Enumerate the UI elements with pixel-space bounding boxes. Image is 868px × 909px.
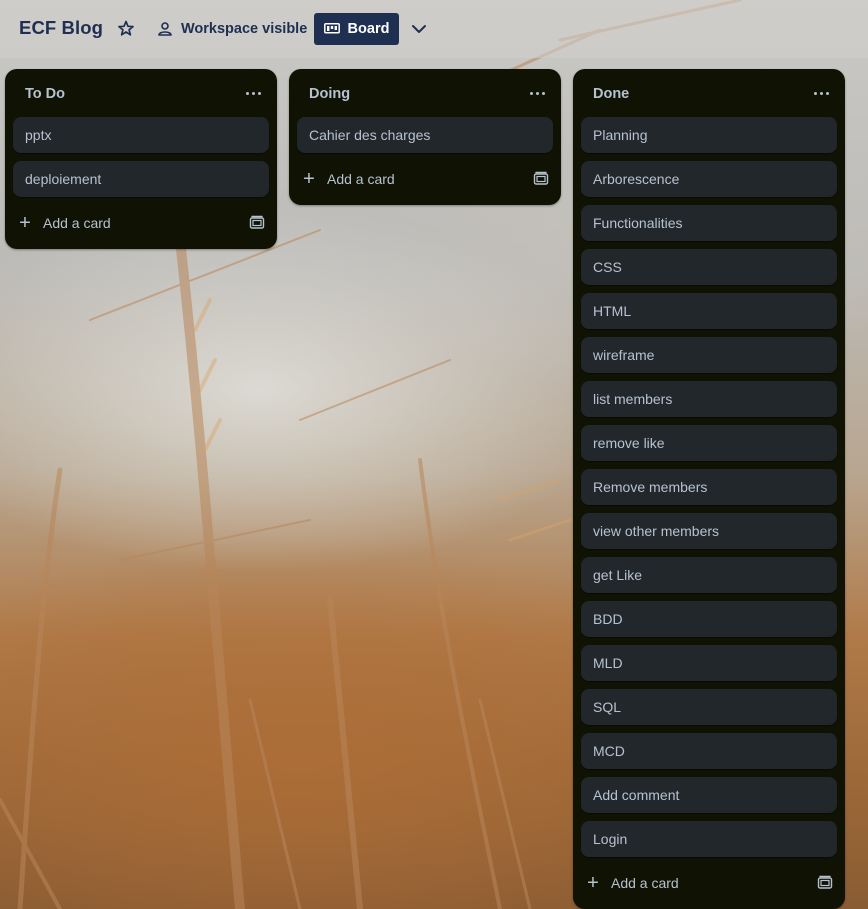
plus-icon: + — [587, 872, 599, 894]
list-footer: + Add a card — [5, 205, 277, 249]
card[interactable]: wireframe — [581, 337, 837, 373]
card[interactable]: pptx — [13, 117, 269, 153]
more-icon[interactable] — [525, 84, 549, 102]
card-list: pptx deploiement — [5, 117, 277, 197]
card[interactable]: Arborescence — [581, 161, 837, 197]
board-view-label: Board — [347, 21, 390, 37]
board-title[interactable]: ECF Blog — [19, 17, 103, 39]
board-view-button[interactable]: Board — [314, 13, 399, 45]
board-icon — [323, 23, 340, 34]
add-card-label: Add a card — [43, 215, 111, 231]
card[interactable]: CSS — [581, 249, 837, 285]
list-done: Done Planning Arborescence Functionalities C… — [573, 69, 845, 909]
card[interactable]: Add comment — [581, 777, 837, 813]
list-header: To Do — [5, 69, 277, 117]
card[interactable]: MCD — [581, 733, 837, 769]
star-icon — [118, 20, 134, 36]
add-card-button[interactable]: + Add a card — [299, 163, 395, 195]
card[interactable]: MLD — [581, 645, 837, 681]
card[interactable]: SQL — [581, 689, 837, 725]
card[interactable]: remove like — [581, 425, 837, 461]
list-doing: Doing Cahier des charges + Add a card — [289, 69, 561, 205]
plus-icon: + — [19, 212, 31, 234]
card-template-icon[interactable] — [247, 213, 267, 233]
card-template-icon[interactable] — [815, 873, 835, 893]
add-card-button[interactable]: + Add a card — [583, 867, 679, 899]
card[interactable]: Planning — [581, 117, 837, 153]
card[interactable]: Remove members — [581, 469, 837, 505]
card[interactable]: Cahier des charges — [297, 117, 553, 153]
card[interactable]: BDD — [581, 601, 837, 637]
plus-icon: + — [303, 168, 315, 190]
card-list: Planning Arborescence Functionalities CSS HT… — [573, 117, 845, 857]
add-card-button[interactable]: + Add a card — [15, 207, 111, 239]
people-icon — [158, 22, 172, 36]
list-title[interactable]: Done — [593, 86, 629, 102]
more-icon[interactable] — [809, 84, 833, 102]
card[interactable]: HTML — [581, 293, 837, 329]
list-to-do: To Do pptx deploiement + Add a card — [5, 69, 277, 249]
card-list: Cahier des charges — [289, 117, 561, 153]
chevron-down-icon — [412, 25, 426, 33]
list-header: Done — [573, 69, 845, 117]
card[interactable]: Login — [581, 821, 837, 857]
card[interactable]: Functionalities — [581, 205, 837, 241]
list-footer: + Add a card — [573, 865, 845, 909]
card-template-icon[interactable] — [531, 169, 551, 189]
list-header: Doing — [289, 69, 561, 117]
add-card-label: Add a card — [611, 875, 679, 891]
add-card-label: Add a card — [327, 171, 395, 187]
star-button[interactable] — [116, 18, 136, 40]
list-title[interactable]: To Do — [25, 86, 65, 102]
card[interactable]: view other members — [581, 513, 837, 549]
list-title[interactable]: Doing — [309, 86, 350, 102]
card[interactable]: deploiement — [13, 161, 269, 197]
more-icon[interactable] — [241, 84, 265, 102]
card[interactable]: get Like — [581, 557, 837, 593]
visibility-button[interactable]: Workspace visible — [156, 16, 307, 42]
list-footer: + Add a card — [289, 161, 561, 205]
board-header: ECF Blog Workspace visible Board — [0, 0, 868, 58]
visibility-label: Workspace visible — [181, 21, 308, 37]
views-dropdown-button[interactable] — [408, 18, 430, 40]
card[interactable]: list members — [581, 381, 837, 417]
